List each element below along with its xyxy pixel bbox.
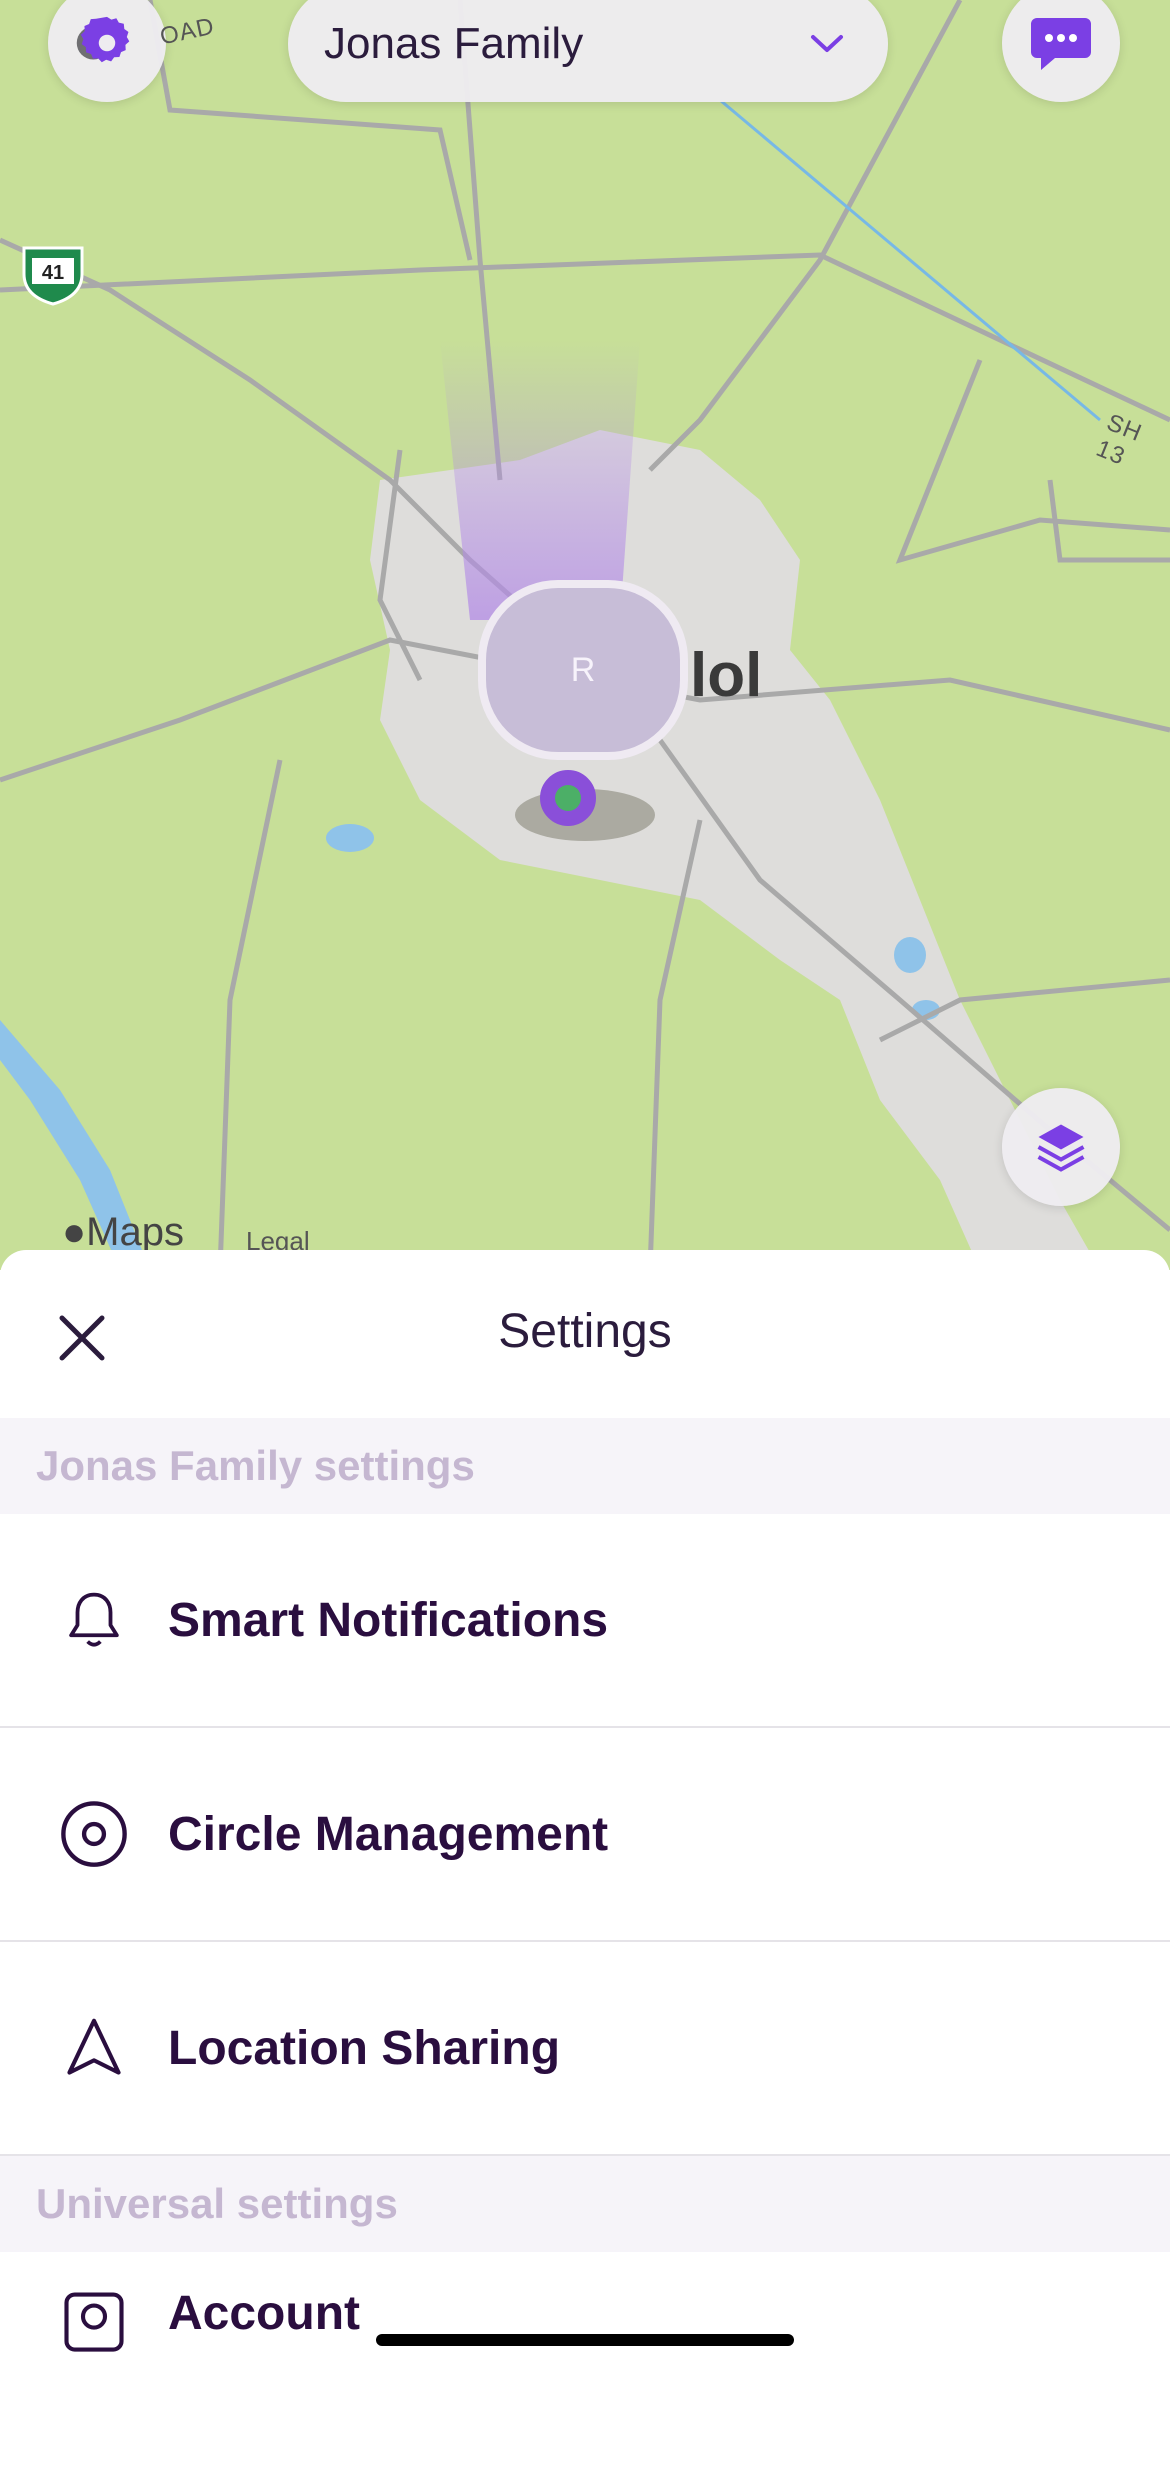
- highway-shield: 41: [20, 244, 86, 311]
- settings-item-label: Smart Notifications: [168, 1593, 609, 1647]
- settings-item-location-sharing[interactable]: Location Sharing: [0, 1942, 1170, 2156]
- apple-logo-icon: ●: [62, 1210, 87, 1254]
- circle-name: Jonas Family: [324, 19, 584, 68]
- settings-item-smart-notifications[interactable]: Smart Notifications: [0, 1514, 1170, 1728]
- chat-bubble-icon: [1031, 18, 1091, 70]
- layers-icon: [1037, 1124, 1085, 1172]
- section-header-universal: Universal settings: [0, 2156, 1170, 2252]
- section-header-circle: Jonas Family settings: [0, 1418, 1170, 1514]
- location-dot: [540, 770, 596, 826]
- circle-target-icon: [54, 1794, 134, 1874]
- highway-number: 41: [42, 262, 64, 284]
- bell-icon: [54, 1580, 134, 1660]
- page-title: Settings: [498, 1305, 672, 1358]
- gear-icon: [76, 16, 130, 63]
- city-label: lol: [690, 641, 763, 710]
- settings-sheet: Settings Jonas Family settings Smart Not…: [0, 1250, 1170, 2374]
- circle-selector-dropdown[interactable]: Jonas Family: [288, 0, 888, 102]
- maps-attribution-text: Maps: [86, 1210, 184, 1254]
- chevron-down-icon: [811, 35, 843, 52]
- settings-item-label: Circle Management: [168, 1807, 609, 1861]
- account-icon: [54, 2282, 134, 2362]
- map-layers-button[interactable]: [1002, 1088, 1120, 1206]
- avatar: R: [478, 580, 688, 760]
- avatar-initial: R: [570, 650, 596, 689]
- settings-item-label: Location Sharing: [168, 2021, 561, 2075]
- map-view[interactable]: Jonas Family 41 OAD SH 13 lol R ●Maps Le…: [0, 0, 1170, 1270]
- settings-item-label: Account: [168, 2287, 360, 2340]
- settings-item-account[interactable]: Account: [0, 2252, 1170, 2466]
- member-location-pin[interactable]: R: [478, 580, 688, 826]
- home-indicator: [376, 2334, 794, 2346]
- settings-item-circle-management[interactable]: Circle Management: [0, 1728, 1170, 1942]
- navigation-arrow-icon: [54, 2008, 134, 2088]
- sheet-header: Settings: [0, 1250, 1170, 1418]
- maps-attribution: ●Maps: [62, 1210, 184, 1255]
